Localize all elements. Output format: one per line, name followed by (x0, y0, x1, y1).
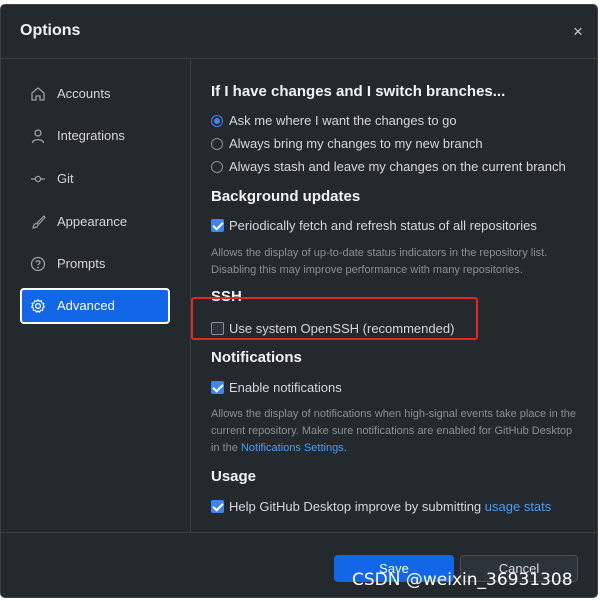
sidebar-item-label: Integrations (57, 128, 125, 143)
radio-button[interactable] (211, 161, 223, 173)
usage-stats-link[interactable]: usage stats (485, 499, 552, 514)
section-title-notifications: Notifications (211, 349, 302, 366)
sidebar-item-label: Accounts (57, 86, 111, 101)
dialog-title: Options (20, 22, 81, 39)
usage-label-text: Help GitHub Desktop improve by submittin… (229, 499, 485, 514)
annotation-highlight-box (191, 297, 478, 340)
sidebar-item-label: Git (57, 171, 74, 186)
radio-label: Always stash and leave my changes on the… (229, 159, 566, 174)
sidebar-item-prompts[interactable]: Prompts (20, 246, 170, 282)
close-icon[interactable]: × (569, 23, 587, 41)
sidebar-item-accounts[interactable]: Accounts (20, 76, 170, 112)
sidebar-item-integrations[interactable]: Integrations (20, 118, 170, 154)
background-description: Allows the display of up-to-date status … (211, 247, 548, 276)
section-title-branches: If I have changes and I switch branches.… (211, 83, 506, 100)
notifications-description-end: . (343, 442, 347, 454)
sidebar-item-git[interactable]: Git (20, 161, 170, 197)
sidebar-item-label: Prompts (57, 256, 106, 271)
checkbox-label: Enable notifications (229, 380, 342, 395)
person-icon (31, 129, 45, 144)
checkbox[interactable] (211, 219, 224, 232)
sidebar-item-advanced[interactable]: Advanced (20, 288, 170, 324)
checkbox-label: Help GitHub Desktop improve by submittin… (229, 499, 551, 514)
sidebar-item-appearance[interactable]: Appearance (20, 204, 170, 240)
checkbox[interactable] (211, 381, 224, 394)
notifications-description: Allows the display of notifications when… (211, 406, 583, 457)
question-circle-icon (30, 256, 46, 272)
dialog-header: Options × (1, 5, 597, 59)
home-icon (31, 87, 45, 101)
checkbox-label: Periodically fetch and refresh status of… (229, 218, 537, 233)
watermark-text: CSDN @weixin_36931308 (352, 570, 573, 590)
notifications-settings-link[interactable]: Notifications Settings (241, 442, 344, 454)
checkbox[interactable] (211, 500, 224, 513)
git-commit-icon (31, 175, 45, 183)
paintbrush-icon (32, 215, 46, 229)
section-title-background: Background updates (211, 188, 361, 205)
section-title-usage: Usage (211, 468, 257, 485)
radio-button[interactable] (211, 115, 223, 127)
gear-icon (30, 298, 46, 313)
sidebar-item-label: Appearance (57, 214, 128, 229)
sidebar-item-label: Advanced (57, 298, 115, 313)
radio-label: Ask me where I want the changes to go (229, 113, 457, 128)
options-sidebar: Accounts Integrations Git Appearance Pro… (1, 59, 191, 532)
radio-label: Always bring my changes to my new branch (229, 136, 483, 151)
radio-button[interactable] (211, 138, 223, 150)
advanced-settings-panel: If I have changes and I switch branches.… (211, 59, 591, 532)
